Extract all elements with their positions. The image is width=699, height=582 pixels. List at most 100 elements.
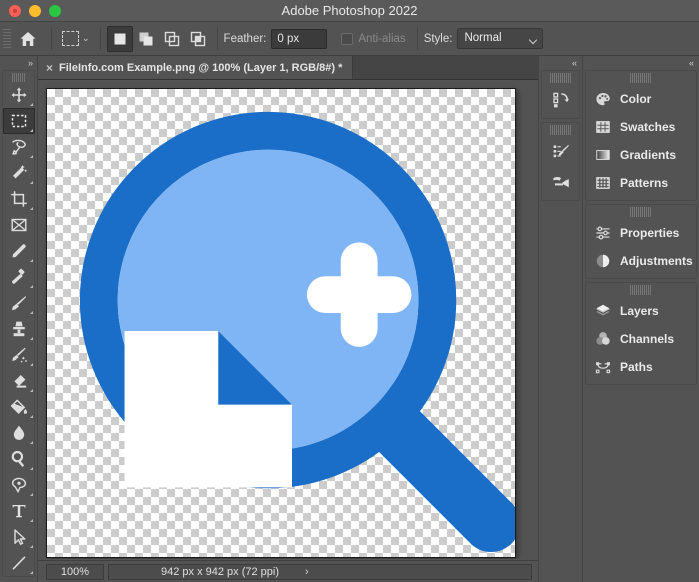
healing-brush-tool[interactable] — [3, 264, 35, 290]
panel-item-gradients[interactable]: Gradients — [586, 141, 696, 169]
secondary-dock-group-1 — [541, 70, 580, 119]
brush-tool[interactable] — [3, 290, 35, 316]
selection-mode-group — [107, 26, 211, 52]
gradient-tool[interactable] — [3, 394, 35, 420]
rectangular-marquee-icon — [62, 31, 79, 46]
panel-group-layers: Layers Channels Pat — [585, 282, 697, 385]
tools-panel-expand-button[interactable]: » — [0, 56, 37, 69]
panel-group-grip[interactable] — [630, 285, 652, 295]
magic-wand-tool[interactable] — [3, 160, 35, 186]
title-bar: Adobe Photoshop 2022 — [0, 0, 699, 22]
anti-alias-checkbox[interactable] — [341, 33, 353, 45]
crop-tool[interactable] — [3, 186, 35, 212]
panel-item-layers[interactable]: Layers — [586, 297, 696, 325]
blur-tool[interactable] — [3, 420, 35, 446]
document-tab[interactable]: × FileInfo.com Example.png @ 100% (Layer… — [38, 56, 353, 79]
document-tab-strip: × FileInfo.com Example.png @ 100% (Layer… — [38, 56, 538, 80]
eyedropper-tool[interactable] — [3, 238, 35, 264]
active-tool-preset-picker[interactable]: ⌄ — [58, 26, 94, 52]
panel-group-grip[interactable] — [550, 125, 572, 135]
lasso-tool[interactable] — [3, 134, 35, 160]
tool-flyout-indicator — [30, 311, 33, 314]
image-canvas[interactable] — [46, 88, 516, 558]
pen-tool[interactable] — [3, 472, 35, 498]
panel-item-patterns[interactable]: Patterns — [586, 169, 696, 197]
tool-flyout-indicator — [30, 519, 33, 522]
secondary-dock-group-2 — [541, 122, 580, 201]
panel-group-grip[interactable] — [550, 73, 572, 83]
chevron-right-icon[interactable]: › — [305, 566, 309, 578]
feather-label: Feather: — [224, 33, 267, 45]
home-screen-button[interactable] — [11, 22, 45, 56]
new-selection-icon — [111, 30, 129, 48]
subtract-from-selection-button[interactable] — [159, 26, 185, 52]
tool-flyout-indicator — [30, 363, 33, 366]
eyedropper-icon — [10, 242, 28, 260]
history-panel-icon[interactable] — [542, 85, 579, 115]
style-label: Style: — [424, 33, 453, 45]
marquee-icon — [10, 112, 28, 130]
half-circle-icon — [595, 253, 611, 269]
canvas-viewport[interactable] — [38, 80, 538, 559]
clone-stamp-icon — [10, 320, 28, 338]
swatches-grid-icon — [595, 119, 611, 135]
history-brush-tool[interactable] — [3, 342, 35, 368]
tool-flyout-indicator — [30, 337, 33, 340]
feather-input[interactable]: 0 px — [271, 29, 327, 49]
pen-icon — [10, 476, 28, 494]
document-info-field[interactable]: 942 px x 942 px (72 ppi) › — [108, 564, 532, 580]
style-select[interactable]: Normal — [457, 28, 543, 49]
panel-group-grip[interactable] — [630, 207, 652, 217]
panel-item-label: Paths — [620, 360, 653, 374]
tools-panel-grip[interactable] — [12, 73, 26, 82]
history-icon — [552, 91, 570, 109]
subtract-from-selection-icon — [163, 30, 181, 48]
panel-item-color[interactable]: Color — [586, 85, 696, 113]
panel-dock: « Color Swatch — [582, 56, 699, 582]
line-shape-tool[interactable] — [3, 550, 35, 576]
brush-settings-panel-icon[interactable] — [542, 137, 579, 167]
line-icon — [10, 554, 28, 572]
panel-group-grip[interactable] — [630, 73, 652, 83]
panel-item-paths[interactable]: Paths — [586, 353, 696, 381]
tools-panel: » — [0, 56, 38, 582]
type-t-icon — [10, 502, 28, 520]
dodge-tool[interactable] — [3, 446, 35, 472]
panel-item-adjustments[interactable]: Adjustments — [586, 247, 696, 275]
eraser-tool[interactable] — [3, 368, 35, 394]
document-tab-label: FileInfo.com Example.png @ 100% (Layer 1… — [59, 62, 342, 74]
panel-item-label: Color — [620, 92, 651, 106]
move-tool[interactable] — [3, 82, 35, 108]
blur-droplet-icon — [10, 424, 28, 442]
window-title: Adobe Photoshop 2022 — [0, 0, 699, 22]
frame-tool[interactable] — [3, 212, 35, 238]
clone-stamp-tool[interactable] — [3, 316, 35, 342]
intersect-with-selection-button[interactable] — [185, 26, 211, 52]
brushes-panel-icon[interactable] — [542, 167, 579, 197]
panel-item-properties[interactable]: Properties — [586, 219, 696, 247]
panel-item-label: Swatches — [620, 120, 675, 134]
options-bar-grip[interactable] — [3, 29, 11, 49]
secondary-panel-dock: « — [538, 56, 582, 582]
eraser-icon — [10, 372, 28, 390]
panel-item-channels[interactable]: Channels — [586, 325, 696, 353]
layers-stack-icon — [595, 303, 611, 319]
tool-flyout-indicator — [30, 467, 33, 470]
new-selection-button[interactable] — [107, 26, 133, 52]
panel-item-swatches[interactable]: Swatches — [586, 113, 696, 141]
secondary-dock-collapse-button[interactable]: « — [539, 56, 582, 70]
tool-flyout-indicator — [30, 389, 33, 392]
zoom-level-field[interactable]: 100% — [46, 564, 104, 580]
frame-icon — [10, 216, 28, 234]
add-to-selection-button[interactable] — [133, 26, 159, 52]
close-icon[interactable]: × — [46, 62, 53, 74]
type-tool[interactable] — [3, 498, 35, 524]
magic-wand-icon — [10, 164, 28, 182]
collapse-chevron-icon: « — [572, 58, 577, 68]
add-to-selection-icon — [137, 30, 155, 48]
panel-dock-collapse-button[interactable]: « — [583, 56, 699, 70]
path-selection-tool[interactable] — [3, 524, 35, 550]
options-divider-2 — [100, 28, 101, 50]
tool-flyout-indicator — [30, 129, 33, 132]
rectangular-marquee-tool[interactable] — [3, 108, 35, 134]
